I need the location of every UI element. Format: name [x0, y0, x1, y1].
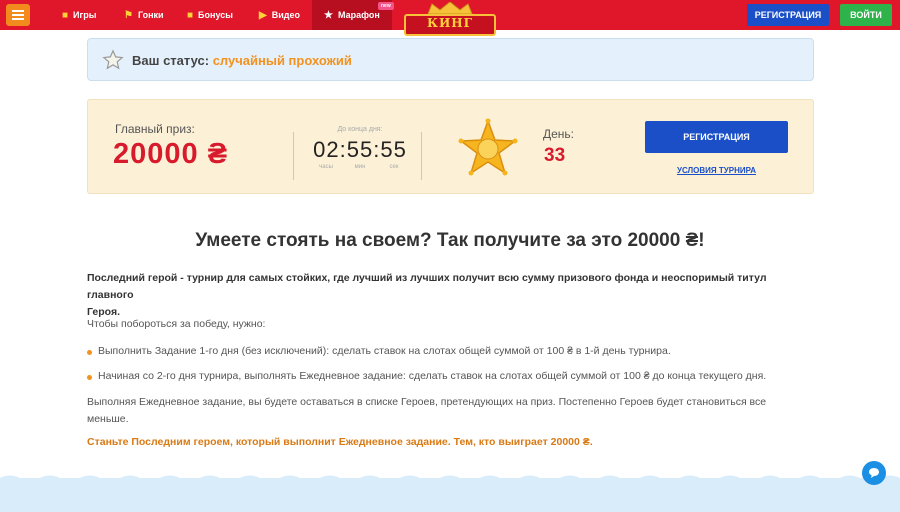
gift-icon: ■ [187, 9, 194, 21]
call-to-action: Станьте Последним героем, который выполн… [87, 436, 593, 448]
list-item-text: Начиная со 2-го дня турнира, выполнять Е… [98, 370, 767, 382]
divider [421, 132, 422, 180]
nav-item-games[interactable]: ■ Игры [62, 0, 96, 30]
header-register-button[interactable]: РЕГИСТРАЦИЯ [747, 4, 829, 26]
timer-unit-minutes: мин [354, 164, 366, 170]
day-value: 33 [544, 145, 566, 166]
chat-bubble-icon [869, 468, 879, 478]
day-label: День: [543, 127, 575, 141]
login-button[interactable]: ВОЙТИ [840, 4, 892, 26]
info-line-2: меньше. [87, 413, 129, 425]
divider [293, 132, 294, 180]
star-icon: ★ [324, 9, 333, 21]
tournament-panel: Главный приз: 20000 ₴ До конца дня: 02:5… [87, 99, 814, 194]
crown-icon [427, 2, 473, 14]
nav-item-races[interactable]: ⚑ Гонки [124, 0, 164, 30]
lead-paragraph: Чтобы побороться за победу, нужно: [87, 318, 266, 330]
timer-caption: До конца дня: [337, 126, 383, 133]
nav-item-label: Игры [73, 10, 97, 20]
nav-item-label: Гонки [137, 10, 164, 20]
top-navigation-bar: ■ Игры ⚑ Гонки ■ Бонусы ▶ Видео ★ Марафо… [0, 0, 900, 36]
prize-value: 20000 ₴ [113, 138, 229, 170]
dice-icon: ■ [62, 9, 69, 21]
page-heading: Умеете стоять на своем? Так получите за … [195, 230, 705, 251]
wave-edge [0, 475, 900, 483]
user-status-bar: Ваш статус: случайный прохожий [87, 38, 814, 81]
tournament-terms-link[interactable]: УСЛОВИЯ ТУРНИРА [645, 166, 788, 175]
chat-button[interactable] [862, 461, 886, 485]
video-icon: ▶ [259, 9, 267, 21]
sheriff-star-icon [458, 118, 518, 176]
flag-icon: ⚑ [124, 9, 133, 21]
info-line-1: Выполняя Ежедневное задание, вы будете о… [87, 396, 767, 408]
countdown-timer: 02:55:55 [313, 137, 407, 162]
timer-unit-hours: часы [319, 164, 333, 170]
bullet-dot-icon [87, 350, 92, 355]
star-outline-icon [102, 49, 124, 70]
status-value: случайный прохожий [212, 53, 352, 68]
nav-item-video[interactable]: ▶ Видео [259, 0, 300, 30]
status-label: Ваш статус: [132, 53, 210, 68]
bullet-dot-icon [87, 375, 92, 380]
status-line: Ваш статус: случайный прохожий [132, 53, 352, 68]
timer-unit-seconds: сек [389, 164, 399, 170]
nav-item-bonuses[interactable]: ■ Бонусы [187, 0, 233, 30]
nav-item-label: Видео [271, 10, 300, 20]
list-item-text: Выполнить Задание 1-го дня (без исключен… [98, 345, 671, 357]
logo-text: КИНГ [427, 16, 473, 30]
nav-item-label: Марафон [337, 10, 380, 20]
menu-icon[interactable] [6, 4, 30, 26]
nav-item-label: Бонусы [198, 10, 233, 20]
new-badge: new [378, 2, 394, 10]
footer-wave [0, 475, 900, 512]
intro-paragraph: Последний герой - турнир для самых стойк… [87, 270, 814, 321]
tournament-register-button[interactable]: РЕГИСТРАЦИЯ [645, 121, 788, 153]
info-paragraph: Выполняя Ежедневное задание, вы будете о… [87, 394, 814, 428]
intro-line-1: Последний герой - турнир для самых стойк… [87, 272, 767, 301]
prize-label: Главный приз: [115, 122, 195, 136]
